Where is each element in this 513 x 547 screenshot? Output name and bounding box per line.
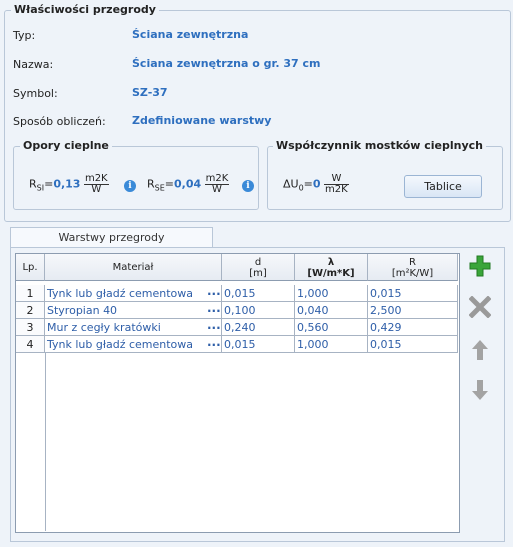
rsi-subscript: SI [36, 183, 45, 193]
row-4-lp: 4 [16, 336, 45, 353]
row-3-dots-button[interactable]: ... [207, 318, 221, 332]
method-label: Sposób obliczeń: [13, 115, 106, 128]
delta-u-formula: ΔU0=0 Wm2K [283, 173, 349, 195]
type-label: Typ: [13, 29, 36, 42]
r-label: R [409, 257, 416, 268]
column-header-d[interactable]: d [m] [222, 254, 295, 281]
rsi-value: 0,13 [53, 177, 81, 191]
properties-title: Właściwości przegrody [11, 3, 159, 16]
row-4-lambda[interactable]: 1,000 [295, 336, 368, 353]
row-2-lambda[interactable]: 0,040 [295, 302, 368, 319]
delta-u-symbol: ΔU [283, 177, 299, 191]
method-value: Zdefiniowane warstwy [132, 114, 272, 127]
row-4-d[interactable]: 0,015 [222, 336, 295, 353]
column-divider [45, 353, 46, 531]
row-2-r: 2,500 [368, 302, 458, 319]
rse-value: 0,04 [174, 177, 202, 191]
delta-u-unit: Wm2K [324, 173, 349, 195]
r-unit: [m²K/W] [391, 268, 434, 279]
thermal-bridge-title: Współczynnik mostków cieplnych [273, 139, 487, 152]
row-1-r: 0,015 [368, 285, 458, 302]
lambda-unit: [W/m*K] [307, 268, 355, 279]
row-3-material[interactable]: Mur z cegły kratówki [45, 319, 222, 336]
tables-button[interactable]: Tablice [404, 175, 482, 198]
rse-symbol: R [147, 177, 155, 191]
row-1-lp: 1 [16, 285, 45, 302]
row-2-d[interactable]: 0,100 [222, 302, 295, 319]
row-1-material[interactable]: Tynk lub gładź cementowa [45, 285, 222, 302]
row-4-material[interactable]: Tynk lub gładź cementowa [45, 336, 222, 353]
row-3-d[interactable]: 0,240 [222, 319, 295, 336]
row-2-lp: 2 [16, 302, 45, 319]
tab-layers[interactable]: Warstwy przegrody [10, 227, 213, 248]
arrow-up-icon[interactable] [470, 338, 490, 362]
rsi-unit: m2K W [83, 173, 109, 195]
x-icon[interactable] [468, 295, 492, 319]
column-header-material[interactable]: Materiał [45, 254, 222, 281]
lambda-label: λ [327, 257, 335, 268]
rsi-symbol: R [29, 177, 37, 191]
rsi-formula: RSI=0,13 m2K W [29, 173, 109, 195]
column-header-r[interactable]: R [m²K/W] [368, 254, 458, 281]
row-3-lambda[interactable]: 0,560 [295, 319, 368, 336]
layers-table: Lp. Materiał d [m] λ [W/m*K] R [m²K/W] 1 Ty… [15, 253, 460, 533]
row-4-r: 0,015 [368, 336, 458, 353]
row-3-lp: 3 [16, 319, 45, 336]
type-value: Ściana zewnętrzna [132, 28, 249, 41]
rse-subscript: SE [154, 183, 165, 193]
rse-formula: RSE=0,04 m2K W [147, 173, 230, 195]
rsi-info-icon[interactable]: i [124, 180, 136, 192]
rse-unit: m2K W [204, 173, 230, 195]
row-1-dots-button[interactable]: ... [207, 284, 221, 298]
thermal-resistance-title: Opory cieplne [20, 139, 112, 152]
column-header-lambda[interactable]: λ [W/m*K] [295, 254, 368, 281]
symbol-label: Symbol: [13, 87, 58, 100]
d-unit: [m] [249, 268, 267, 279]
delta-u-value: 0 [312, 177, 321, 191]
row-1-lambda[interactable]: 1,000 [295, 285, 368, 302]
d-label: d [254, 257, 262, 268]
row-1-d[interactable]: 0,015 [222, 285, 295, 302]
arrow-down-icon[interactable] [470, 378, 490, 402]
row-4-dots-button[interactable]: ... [207, 335, 221, 349]
name-value: Ściana zewnętrzna o gr. 37 cm [132, 57, 321, 70]
row-2-material[interactable]: Styropian 40 [45, 302, 222, 319]
plus-icon[interactable] [468, 254, 492, 278]
symbol-value: SZ-37 [132, 86, 168, 99]
row-3-r: 0,429 [368, 319, 458, 336]
name-label: Nazwa: [13, 58, 54, 71]
rse-info-icon[interactable]: i [242, 180, 254, 192]
row-2-dots-button[interactable]: ... [207, 301, 221, 315]
column-header-lp[interactable]: Lp. [16, 254, 45, 281]
